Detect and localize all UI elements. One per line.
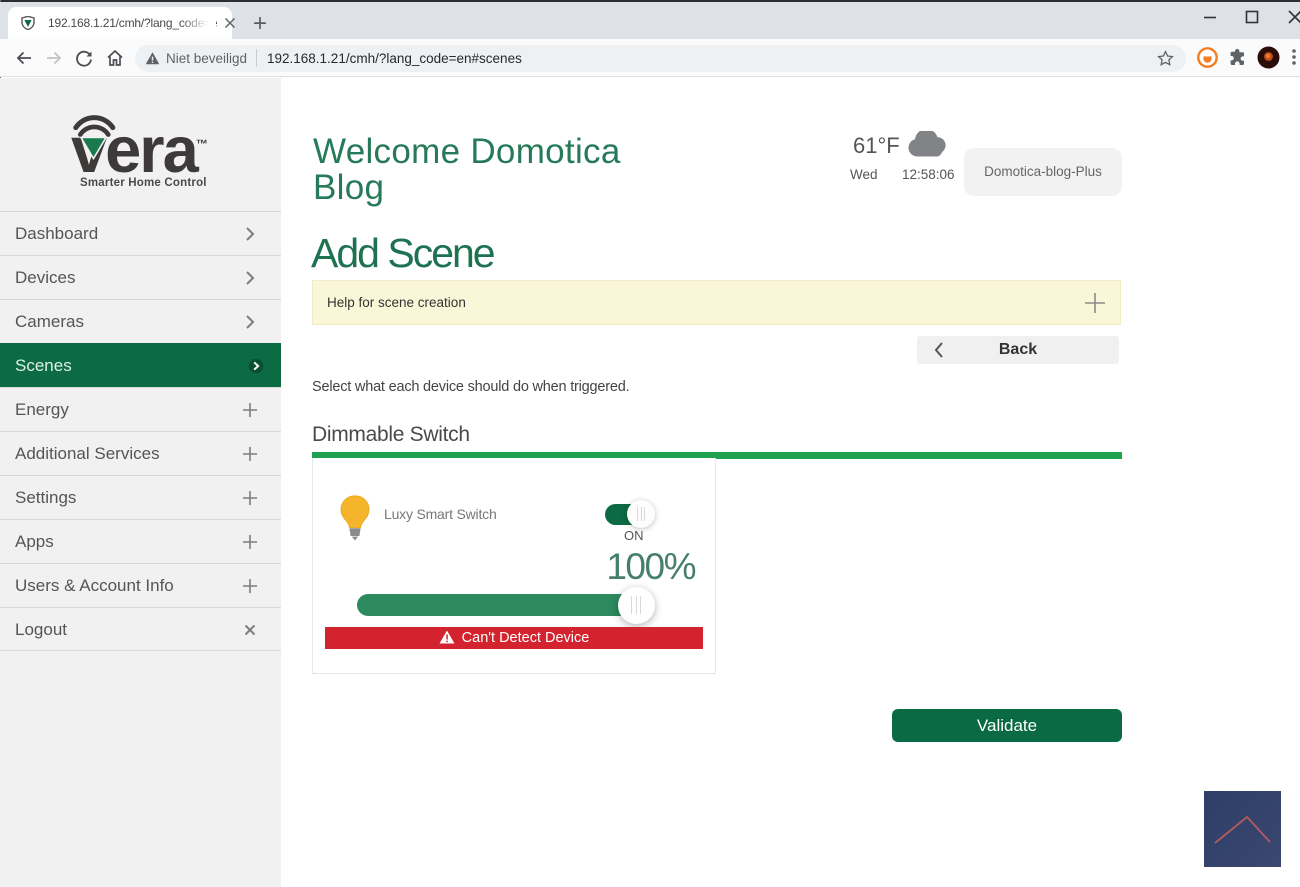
svg-text:Smarter Home Control: Smarter Home Control <box>80 177 207 189</box>
svg-text:™: ™ <box>196 137 208 151</box>
